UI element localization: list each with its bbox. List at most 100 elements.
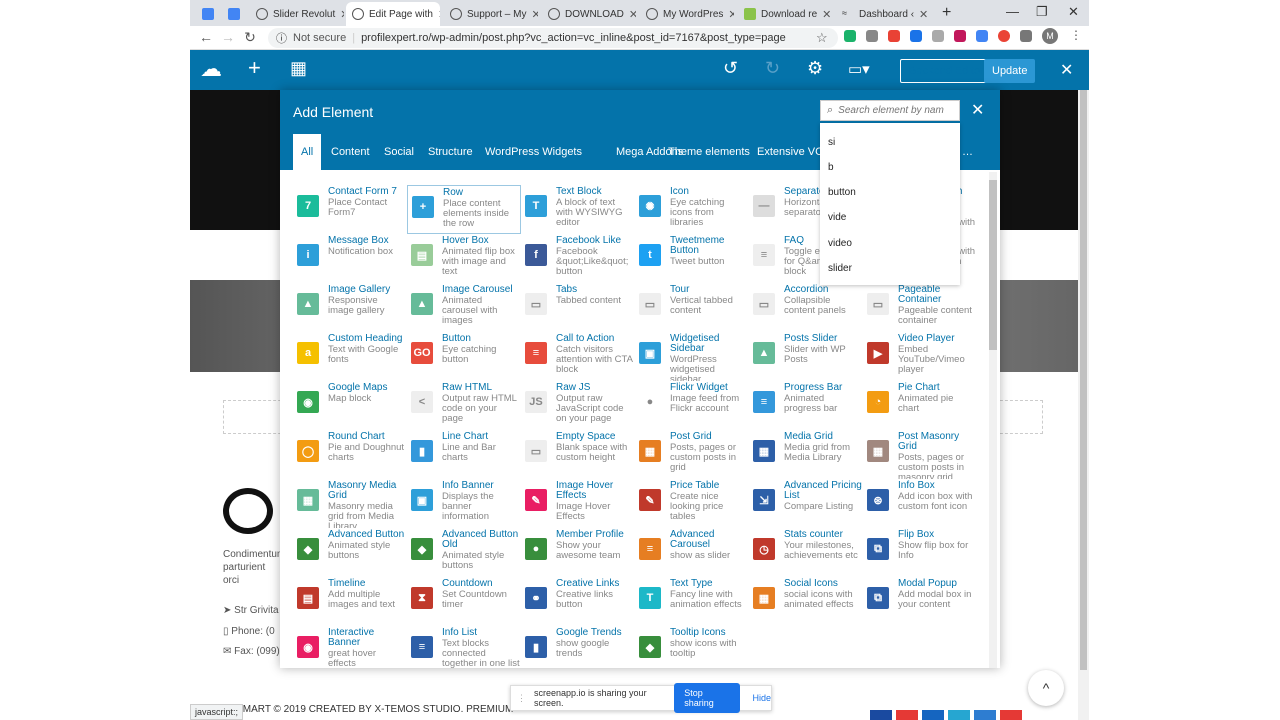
search-box[interactable]: ⌕: [820, 100, 960, 121]
suggestion-item[interactable]: slider: [828, 263, 852, 274]
tab-wordpress-widgets[interactable]: WordPress Widgets: [477, 134, 590, 170]
tab-theme-elements[interactable]: Theme elements: [660, 134, 758, 170]
stop-sharing-button[interactable]: Stop sharing: [674, 683, 741, 713]
element-item[interactable]: ◆ Advanced Button Animated style buttons: [293, 528, 407, 577]
element-item[interactable]: ✎ Image Hover Effects Image Hover Effects: [521, 479, 635, 528]
redo-icon[interactable]: ↻: [765, 58, 780, 79]
suggestion-item[interactable]: button: [828, 187, 856, 198]
extension-icon[interactable]: [954, 30, 966, 42]
suggestion-item[interactable]: vide: [828, 212, 846, 223]
extension-icon[interactable]: [910, 30, 922, 42]
tab-all[interactable]: All: [293, 134, 322, 170]
restore-icon[interactable]: ❐: [1036, 4, 1048, 20]
element-item[interactable]: ⧉ Flip Box Show flip box for Info: [863, 528, 977, 577]
drag-handle-icon[interactable]: ⋮: [517, 693, 526, 704]
tab-my-wordpress[interactable]: My WordPres ✕: [640, 2, 734, 26]
element-item[interactable]: ⧗ Countdown Set Countdown timer: [407, 577, 521, 626]
element-item[interactable]: ▦ Masonry Media Grid Masonry media grid fr…: [293, 479, 407, 528]
element-item[interactable]: ✎ Price Table Create nice looking price ta…: [635, 479, 749, 528]
extension-icon[interactable]: [844, 30, 856, 42]
element-item[interactable]: ▣ Info Banner Displays the banner informat…: [407, 479, 521, 528]
tab-edit-page[interactable]: Edit Page with ✕: [346, 2, 440, 26]
close-icon[interactable]: ✕: [728, 8, 734, 21]
new-tab-button[interactable]: +: [942, 4, 951, 22]
close-icon[interactable]: ✕: [971, 100, 984, 120]
element-item[interactable]: ⚭ Creative Links Creative links button: [521, 577, 635, 626]
close-icon[interactable]: ✕: [919, 8, 928, 21]
add-element-icon[interactable]: +: [248, 55, 261, 81]
close-window-icon[interactable]: ✕: [1068, 4, 1079, 20]
element-item[interactable]: ◷ Stats counter Your milestones, achieveme…: [749, 528, 863, 577]
element-item[interactable]: ▲ Image Carousel Animated carousel with im…: [407, 283, 521, 332]
element-item[interactable]: ▣ Widgetised Sidebar WordPress widgetised …: [635, 332, 749, 381]
pinned-tab-docs-2[interactable]: [222, 2, 242, 26]
element-item[interactable]: ◔ Pie Chart Animated pie chart: [863, 381, 977, 430]
element-item[interactable]: + Row Place content elements inside the ro…: [407, 185, 521, 234]
modal-scrollbar[interactable]: [989, 172, 997, 668]
element-item[interactable]: T Text Block A block of text with WYSIWYG …: [521, 185, 635, 234]
undo-icon[interactable]: ↺: [723, 58, 738, 79]
forward-icon[interactable]: →: [217, 29, 239, 45]
url-box[interactable]: ⓘ Not secure | profilexpert.ro/wp-admin/…: [268, 28, 838, 48]
menu-icon[interactable]: ⋮: [1070, 28, 1082, 42]
element-item[interactable]: ● Member Profile Show your awesome team: [521, 528, 635, 577]
element-item[interactable]: T Text Type Fancy line with animation effe…: [635, 577, 749, 626]
hide-button[interactable]: Hide: [752, 693, 771, 703]
update-button[interactable]: Update: [984, 59, 1036, 83]
element-item[interactable]: ▮ Line Chart Line and Bar charts: [407, 430, 521, 479]
element-item[interactable]: ≡ Advanced Carousel show as slider: [635, 528, 749, 577]
tab-download-re[interactable]: Download re ✕: [738, 2, 832, 26]
element-item[interactable]: ≡ Call to Action Catch visitors attention …: [521, 332, 635, 381]
element-item[interactable]: ▦ Post Grid Posts, pages or custom posts i…: [635, 430, 749, 479]
element-item[interactable]: ⇲ Advanced Pricing List Compare Listing: [749, 479, 863, 528]
element-item[interactable]: ▭ Tour Vertical tabbed content: [635, 283, 749, 332]
element-item[interactable]: ⊛ Info Box Add icon box with custom font i…: [863, 479, 977, 528]
element-item[interactable]: ⧉ Modal Popup Add modal box in your conten…: [863, 577, 977, 626]
element-item[interactable]: f Facebook Like Facebook &quot;Like&quot; …: [521, 234, 635, 283]
element-item[interactable]: ◉ Interactive Banner great hover effects: [293, 626, 407, 668]
puzzle-icon[interactable]: [1020, 30, 1032, 42]
tab-content[interactable]: Content: [323, 134, 378, 170]
close-editor-icon[interactable]: ✕: [1060, 60, 1073, 80]
tab-slider-revolution[interactable]: Slider Revolut ✕: [250, 2, 344, 26]
element-item[interactable]: ▦ Social Icons social icons with animated …: [749, 577, 863, 626]
element-item[interactable]: < Raw HTML Output raw HTML code on your pa…: [407, 381, 521, 430]
tab-support[interactable]: Support – My ✕: [444, 2, 538, 26]
element-item[interactable]: ▦ Media Grid Media grid from Media Library: [749, 430, 863, 479]
reload-icon[interactable]: ↻: [239, 29, 261, 46]
tab-download[interactable]: DOWNLOAD ✕: [542, 2, 636, 26]
extension-icon[interactable]: [976, 30, 988, 42]
extension-icon[interactable]: [998, 30, 1010, 42]
star-icon[interactable]: ☆: [816, 30, 828, 46]
pinned-tab-docs[interactable]: [196, 2, 216, 26]
element-item[interactable]: ✺ Icon Eye catching icons from libraries: [635, 185, 749, 234]
page-scrollbar[interactable]: [1078, 90, 1089, 720]
layout-icon[interactable]: ▦: [290, 58, 307, 79]
element-item[interactable]: ▶ Video Player Embed YouTube/Vimeo player: [863, 332, 977, 381]
close-icon[interactable]: ✕: [822, 8, 831, 21]
tab-dashboard[interactable]: ≈ Dashboard ‹ ✕: [836, 2, 930, 26]
element-item[interactable]: ▭ Tabs Tabbed content: [521, 283, 635, 332]
tab-social[interactable]: Social: [376, 134, 422, 170]
modal-scrollbar-thumb[interactable]: [989, 180, 997, 350]
element-item[interactable]: ▦ Post Masonry Grid Posts, pages or custom…: [863, 430, 977, 479]
avatar[interactable]: M: [1042, 28, 1058, 44]
extension-icon[interactable]: [866, 30, 878, 42]
tab-extensive-vc[interactable]: Extensive VC: [749, 134, 831, 170]
element-item[interactable]: ▤ Timeline Add multiple images and text: [293, 577, 407, 626]
close-icon[interactable]: ✕: [531, 8, 538, 21]
cloud-logo-icon[interactable]: ☁: [200, 56, 222, 82]
close-icon[interactable]: ✕: [438, 8, 440, 21]
responsive-icon[interactable]: ▭▾: [848, 60, 870, 78]
element-item[interactable]: ≡ Progress Bar Animated progress bar: [749, 381, 863, 430]
backend-editor-button[interactable]: Backend Editor: [900, 59, 993, 83]
element-item[interactable]: GO Button Eye catching button: [407, 332, 521, 381]
extension-icon[interactable]: [932, 30, 944, 42]
search-input[interactable]: [838, 105, 949, 116]
gear-icon[interactable]: ⚙: [807, 58, 823, 79]
element-item[interactable]: ● Flickr Widget Image feed from Flickr acc…: [635, 381, 749, 430]
suggestion-item[interactable]: video: [828, 238, 852, 249]
close-icon[interactable]: ✕: [340, 8, 344, 21]
element-item[interactable]: 7 Contact Form 7 Place Contact Form7: [293, 185, 407, 234]
suggestion-item[interactable]: si: [828, 137, 835, 148]
